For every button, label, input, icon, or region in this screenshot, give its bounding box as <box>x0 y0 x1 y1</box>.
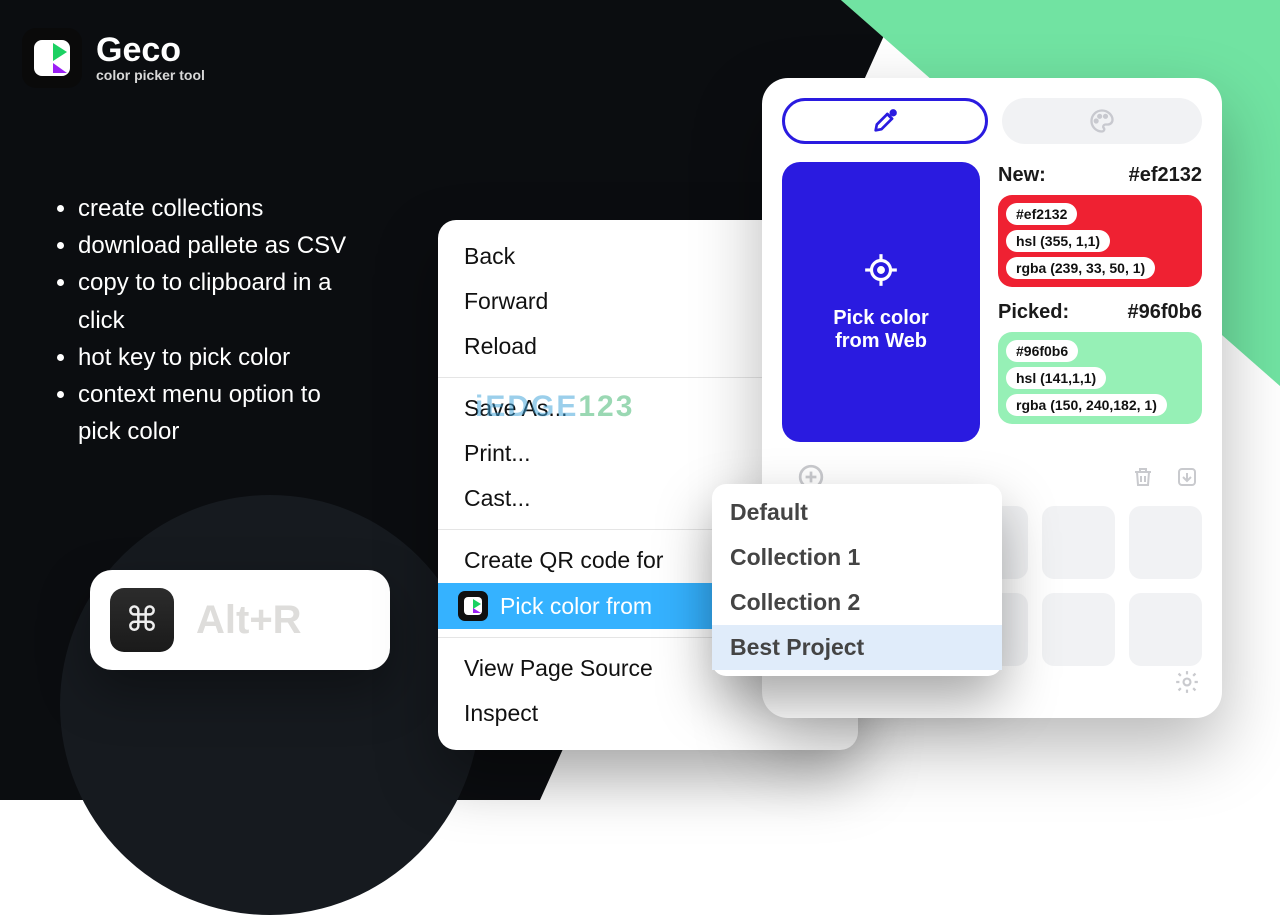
pick-button-line2: from Web <box>833 330 929 353</box>
swatch-cell-empty[interactable] <box>1129 506 1202 579</box>
download-button[interactable] <box>1172 462 1202 492</box>
palette-icon <box>1088 107 1116 135</box>
brand-badge <box>22 28 82 88</box>
new-hex-pill[interactable]: #ef2132 <box>1006 203 1077 225</box>
delete-button[interactable] <box>1128 462 1158 492</box>
tab-eyedropper[interactable] <box>782 98 988 144</box>
collection-option[interactable]: Default <box>712 490 1002 535</box>
picked-hex-pill[interactable]: #96f0b6 <box>1006 340 1078 362</box>
hotkey-card: ⌘ Alt+R <box>90 570 390 670</box>
hotkey-label: Alt+R <box>196 598 302 643</box>
background-circle <box>60 495 480 915</box>
eyedropper-icon <box>871 107 899 135</box>
picked-color-label: Picked: <box>998 301 1069 324</box>
feature-item: hot key to pick color <box>78 339 358 376</box>
new-rgba-pill[interactable]: rgba (239, 33, 50, 1) <box>1006 257 1155 279</box>
feature-item: copy to to clipboard in a click <box>78 264 338 338</box>
pick-color-button[interactable]: Pick color from Web <box>782 162 980 442</box>
collection-option[interactable]: Collection 1 <box>712 535 1002 580</box>
geco-icon <box>458 591 488 621</box>
brand-logo: Geco color picker tool <box>22 28 205 88</box>
feature-item: download pallete as CSV <box>78 227 358 264</box>
brand-tagline: color picker tool <box>96 67 205 83</box>
picked-hsl-pill[interactable]: hsl (141,1,1) <box>1006 367 1106 389</box>
target-icon <box>862 251 900 289</box>
feature-item: create collections <box>78 190 358 227</box>
feature-list: create collections download pallete as C… <box>50 190 358 450</box>
swatch-cell-empty[interactable] <box>1129 593 1202 666</box>
collections-dropdown[interactable]: Default Collection 1 Collection 2 Best P… <box>712 484 1002 676</box>
swatch-cell-empty[interactable] <box>1042 506 1115 579</box>
picked-rgba-pill[interactable]: rgba (150, 240,182, 1) <box>1006 394 1167 416</box>
picked-color-swatch: #96f0b6 hsl (141,1,1) rgba (150, 240,182… <box>998 332 1202 424</box>
new-color-label: New: <box>998 164 1046 187</box>
command-key-icon: ⌘ <box>110 588 174 652</box>
collection-option-selected[interactable]: Best Project <box>712 625 1002 670</box>
ctx-pick-label: Pick color from <box>500 593 652 620</box>
pick-button-line1: Pick color <box>833 307 929 330</box>
feature-item: context menu option to pick color <box>78 376 358 450</box>
settings-button[interactable] <box>1174 669 1200 700</box>
swatch-cell-empty[interactable] <box>1042 593 1115 666</box>
collection-option[interactable]: Collection 2 <box>712 580 1002 625</box>
new-hsl-pill[interactable]: hsl (355, 1,1) <box>1006 230 1110 252</box>
tab-palette[interactable] <box>1002 98 1202 144</box>
brand-mark-icon <box>34 40 70 76</box>
brand-name: Geco <box>96 33 205 67</box>
watermark: iEDGE123 <box>475 390 634 424</box>
new-color-swatch: #ef2132 hsl (355, 1,1) rgba (239, 33, 50… <box>998 195 1202 287</box>
new-color-hex: #ef2132 <box>1129 164 1202 187</box>
picked-color-hex: #96f0b6 <box>1128 301 1203 324</box>
